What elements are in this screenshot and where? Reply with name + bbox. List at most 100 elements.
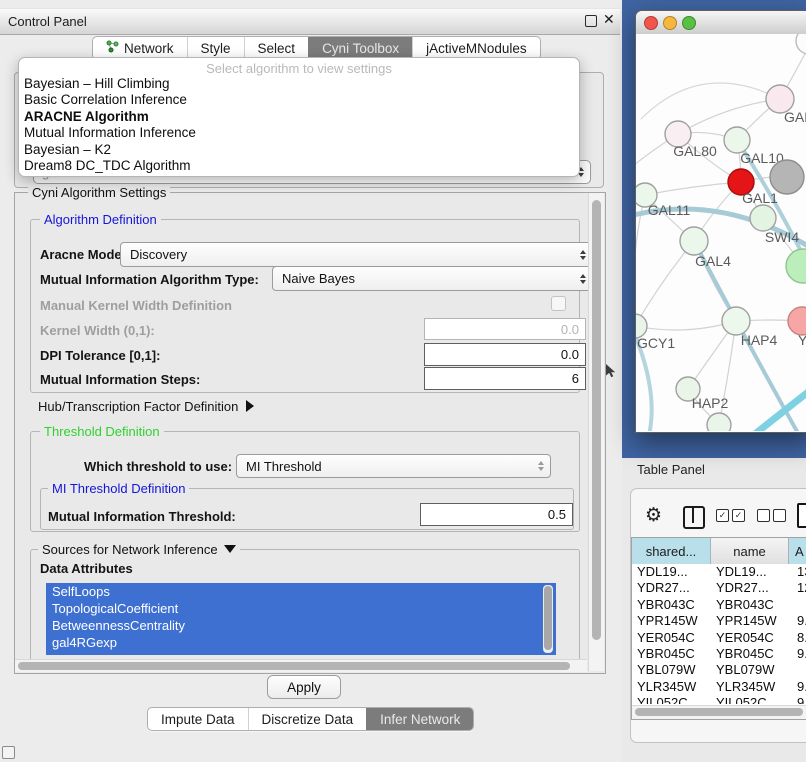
manual-kernel-checkbox[interactable]	[551, 296, 566, 311]
attribute-item[interactable]: BetweennessCentrality	[46, 617, 556, 634]
tab-discretize-data[interactable]: Discretize Data	[248, 708, 367, 730]
columns-icon[interactable]	[683, 506, 705, 529]
tab-impute-data[interactable]: Impute Data	[148, 708, 248, 730]
table-cell: YPR145W	[637, 613, 710, 628]
network-node[interactable]	[796, 34, 806, 54]
hub-definition-expander[interactable]: Hub/Transcription Factor Definition	[38, 399, 254, 414]
aracne-mode-combo[interactable]: Discovery	[120, 242, 593, 267]
column-header-shared[interactable]: shared...	[632, 538, 711, 564]
table-row[interactable]: YBR045CYBR045C9.	[632, 646, 806, 662]
network-node[interactable]	[707, 413, 731, 431]
table-row[interactable]: YIL052CYIL052C9	[632, 695, 806, 704]
float-window-icon[interactable]	[585, 15, 597, 27]
tab-label: Impute Data	[161, 712, 235, 727]
minimized-panel-icon[interactable]	[2, 746, 15, 759]
table-cell: YBR045C	[637, 646, 710, 661]
table-cell: YBL079W	[637, 662, 710, 677]
which-threshold-label: Which threshold to use:	[84, 459, 232, 474]
network-node-swi4[interactable]	[750, 205, 776, 231]
tab-network[interactable]: Network	[93, 37, 187, 59]
mi-threshold-field[interactable]: 0.5	[420, 503, 573, 526]
network-edge	[636, 321, 736, 330]
network-node-y[interactable]	[788, 307, 806, 335]
minimize-traffic-light-icon[interactable]	[663, 16, 677, 30]
attr-list-scrollbar[interactable]	[543, 585, 553, 653]
tab-label: Network	[124, 41, 174, 56]
column-header-a[interactable]: A	[789, 538, 806, 564]
tab-jactivemnodules[interactable]: jActiveMNodules	[412, 37, 540, 59]
unchecked-checkbox-icon[interactable]	[773, 509, 786, 522]
apply-button-label: Apply	[287, 680, 321, 695]
algorithm-option-basic-correlation-inference[interactable]: Basic Correlation Inference	[19, 92, 579, 108]
attribute-item[interactable]: TopologicalCoefficient	[46, 600, 556, 617]
table-row[interactable]: YBR043CYBR043C	[632, 597, 806, 613]
table-cell: 9	[797, 695, 806, 704]
table-cell: YIL052C	[637, 695, 710, 704]
tab-cyni-toolbox[interactable]: Cyni Toolbox	[308, 37, 412, 59]
table-horizontal-scrollbar[interactable]	[632, 705, 806, 719]
gear-icon[interactable]: ⚙	[645, 504, 662, 526]
table-cell: 12	[797, 580, 806, 595]
algorithm-dropdown-popup: Select algorithm to view settings Bayesi…	[18, 57, 580, 177]
network-node[interactable]	[770, 160, 804, 194]
table-row[interactable]: YDR27...YDR27...12	[632, 580, 806, 596]
mi-steps-field[interactable]: 6	[424, 367, 586, 390]
unchecked-checkbox-icon[interactable]	[757, 509, 770, 522]
algorithm-option-dream8-dc-tdc-algorithm[interactable]: Dream8 DC_TDC Algorithm	[19, 158, 579, 174]
table-cell: YDL19...	[637, 564, 710, 579]
screen: Control Panel ✕ Network StyleSelectCyni T…	[0, 0, 806, 762]
which-threshold-combo[interactable]: MI Threshold	[236, 454, 551, 478]
table-row[interactable]: YDL19...YDL19...13	[632, 564, 806, 580]
checked-checkbox-icon[interactable]: ✓	[732, 509, 745, 522]
attribute-item[interactable]: SelfLoops	[46, 583, 556, 600]
mi-type-combo[interactable]: Naive Bayes	[272, 266, 593, 291]
tab-select[interactable]: Select	[244, 37, 309, 59]
algorithm-option-bayesian-hill-climbing[interactable]: Bayesian – Hill Climbing	[19, 76, 579, 92]
document-icon[interactable]	[797, 503, 806, 528]
table-cell: YBL079W	[716, 662, 788, 677]
apply-button[interactable]: Apply	[267, 675, 341, 699]
mouse-cursor	[606, 364, 618, 379]
table-row[interactable]: YER054CYER054C8.	[632, 630, 806, 646]
table-cell: YPR145W	[716, 613, 788, 628]
table-cell: 9.	[797, 613, 806, 628]
table-cell: YDL19...	[716, 564, 788, 579]
network-node[interactable]	[786, 249, 806, 283]
network-node-gal4[interactable]	[680, 227, 708, 255]
manual-kernel-label: Manual Kernel Width Definition	[40, 298, 232, 313]
table-row[interactable]: YBL079W YBL079W	[632, 662, 806, 678]
settings-vertical-scrollbar[interactable]	[588, 193, 604, 671]
sources-legend[interactable]: Sources for Network Inference	[38, 542, 240, 557]
aracne-mode-label: Aracne Mode:	[40, 247, 126, 262]
table-row[interactable]: YLR345WYLR345W9.	[632, 679, 806, 695]
algorithm-option-bayesian-k2[interactable]: Bayesian – K2	[19, 142, 579, 158]
table-row[interactable]: YPR145W YPR145W 9.	[632, 613, 806, 629]
column-header-name[interactable]: name	[711, 538, 789, 564]
mi-steps-label: Mutual Information Steps:	[40, 372, 200, 387]
dpi-tolerance-field[interactable]: 0.0	[424, 343, 586, 366]
network-view-window[interactable]: GALGAL80GAL10GAL1GAL11SWI4GAL4HAP4YGCY1H…	[635, 10, 806, 433]
table-cell: 9.	[797, 679, 806, 694]
close-traffic-light-icon[interactable]	[644, 16, 658, 30]
control-panel-titlebar[interactable]: Control Panel ✕	[0, 8, 620, 35]
table-cell: YER054C	[637, 630, 710, 645]
algorithm-definition-legend: Algorithm Definition	[40, 212, 161, 227]
zoom-traffic-light-icon[interactable]	[682, 16, 696, 30]
network-node-hap4[interactable]	[722, 307, 750, 335]
table-body: YDL19...YDL19...13YDR27...YDR27...12YBR0…	[632, 564, 806, 704]
checked-checkbox-icon[interactable]: ✓	[716, 509, 729, 522]
algorithm-option-aracne-algorithm[interactable]: ARACNE Algorithm	[19, 109, 579, 125]
attribute-item[interactable]: gal4RGexp	[46, 634, 556, 651]
network-window-titlebar[interactable]	[636, 11, 806, 35]
settings-horizontal-scrollbar[interactable]	[15, 659, 587, 672]
data-attributes-list[interactable]: SelfLoopsTopologicalCoefficientBetweenne…	[46, 583, 556, 655]
network-edge	[636, 241, 694, 326]
tab-infer-network[interactable]: Infer Network	[366, 708, 473, 730]
table-cell: YLR345W	[637, 679, 710, 694]
mi-threshold-legend: MI Threshold Definition	[48, 481, 189, 496]
network-canvas[interactable]: GALGAL80GAL10GAL1GAL11SWI4GAL4HAP4YGCY1H…	[636, 34, 806, 431]
kernel-width-field[interactable]: 0.0	[424, 318, 586, 340]
algorithm-option-mutual-information-inference[interactable]: Mutual Information Inference	[19, 125, 579, 141]
close-icon[interactable]: ✕	[603, 11, 615, 28]
tab-style[interactable]: Style	[187, 37, 244, 59]
